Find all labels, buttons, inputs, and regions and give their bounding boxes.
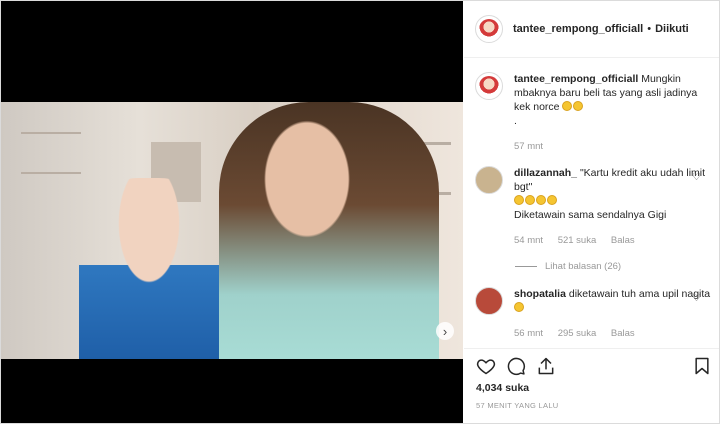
comment-icon[interactable] xyxy=(506,356,526,376)
post-side-panel: tantee_rempong_officiall • Diikuti tantee_… xyxy=(464,1,719,423)
heart-icon[interactable]: ♡ xyxy=(692,172,701,183)
child-figure xyxy=(79,178,219,359)
post-time[interactable]: 57 MENIT YANG LALU xyxy=(476,401,559,410)
post-header: tantee_rempong_officiall • Diikuti xyxy=(464,1,719,58)
caption: tantee_rempong_officiall Mungkin mbaknya… xyxy=(475,72,711,154)
likes-count[interactable]: 4,034 suka xyxy=(476,382,529,394)
heart-icon[interactable]: ♡ xyxy=(692,293,701,304)
avatar[interactable] xyxy=(475,287,503,315)
chevron-right-icon[interactable]: › xyxy=(436,322,454,340)
action-bar: 4,034 suka 57 MENIT YANG LALU xyxy=(464,348,719,423)
comment-item: dillazannah_ "Kartu kredit aku udah limi… xyxy=(475,166,711,248)
view-replies-button[interactable]: Lihat balasan (26) xyxy=(515,261,621,272)
caption-body: tantee_rempong_officiall Mungkin mbaknya… xyxy=(514,72,711,154)
store-shelf xyxy=(21,172,81,174)
post-media: › xyxy=(1,1,463,423)
comment-likes[interactable]: 295 suka xyxy=(558,328,597,339)
avatar-image xyxy=(479,19,499,39)
action-icons xyxy=(476,356,712,378)
grimacing-face-icon xyxy=(573,101,584,111)
share-icon[interactable] xyxy=(536,356,556,376)
comment-username[interactable]: dillazannah_ xyxy=(514,167,577,179)
comment-meta: 54 mnt 521 suka Balas xyxy=(514,234,711,248)
comment-likes[interactable]: 521 suka xyxy=(558,235,597,246)
comment-text-2: Diketawain sama sendalnya Gigi xyxy=(514,209,667,221)
comment-username[interactable]: shopatalia xyxy=(514,288,566,300)
caption-time[interactable]: 57 mnt xyxy=(514,141,543,152)
rofl-icon xyxy=(514,195,524,205)
grimacing-face-icon xyxy=(562,101,573,111)
woman-figure xyxy=(219,102,439,359)
comment-text: diketawain tuh ama upil nagita xyxy=(568,288,711,300)
avatar-image xyxy=(479,76,499,96)
header-text: tantee_rempong_officiall • Diikuti xyxy=(513,23,689,35)
comment-meta: 56 mnt 295 suka Balas xyxy=(514,327,711,341)
comment-body: shopatalia diketawain tuh ama upil nagit… xyxy=(514,287,711,341)
instagram-post-window: › tantee_rempong_officiall • Diikuti tante… xyxy=(0,0,720,424)
store-shelf xyxy=(21,132,81,134)
rofl-icon xyxy=(536,195,546,205)
view-replies-label: Lihat balasan (26) xyxy=(545,261,622,272)
bookmark-icon[interactable] xyxy=(692,356,712,376)
grinning-face-icon xyxy=(514,302,524,312)
avatar[interactable] xyxy=(475,166,503,194)
follow-status[interactable]: Diikuti xyxy=(655,23,689,35)
caption-continuation: . xyxy=(514,115,517,127)
video-frame[interactable]: › xyxy=(1,102,463,359)
comment-time[interactable]: 56 mnt xyxy=(514,328,543,339)
rofl-icon xyxy=(525,195,535,205)
heart-icon[interactable] xyxy=(476,356,496,376)
username-link[interactable]: tantee_rempong_officiall xyxy=(513,23,643,35)
comment-body: dillazannah_ "Kartu kredit aku udah limi… xyxy=(514,166,711,248)
rofl-icon xyxy=(547,195,557,205)
reply-button[interactable]: Balas xyxy=(611,235,635,246)
comments-list[interactable]: tantee_rempong_officiall Mungkin mbaknya… xyxy=(464,58,719,348)
divider-line xyxy=(515,266,537,267)
caption-username[interactable]: tantee_rempong_officiall xyxy=(514,73,638,85)
comment-time[interactable]: 54 mnt xyxy=(514,235,543,246)
avatar[interactable] xyxy=(475,15,503,43)
avatar[interactable] xyxy=(475,72,503,100)
reply-button[interactable]: Balas xyxy=(611,328,635,339)
separator-dot: • xyxy=(647,23,652,35)
comment-item: shopatalia diketawain tuh ama upil nagit… xyxy=(475,287,711,341)
caption-meta: 57 mnt xyxy=(514,140,711,154)
